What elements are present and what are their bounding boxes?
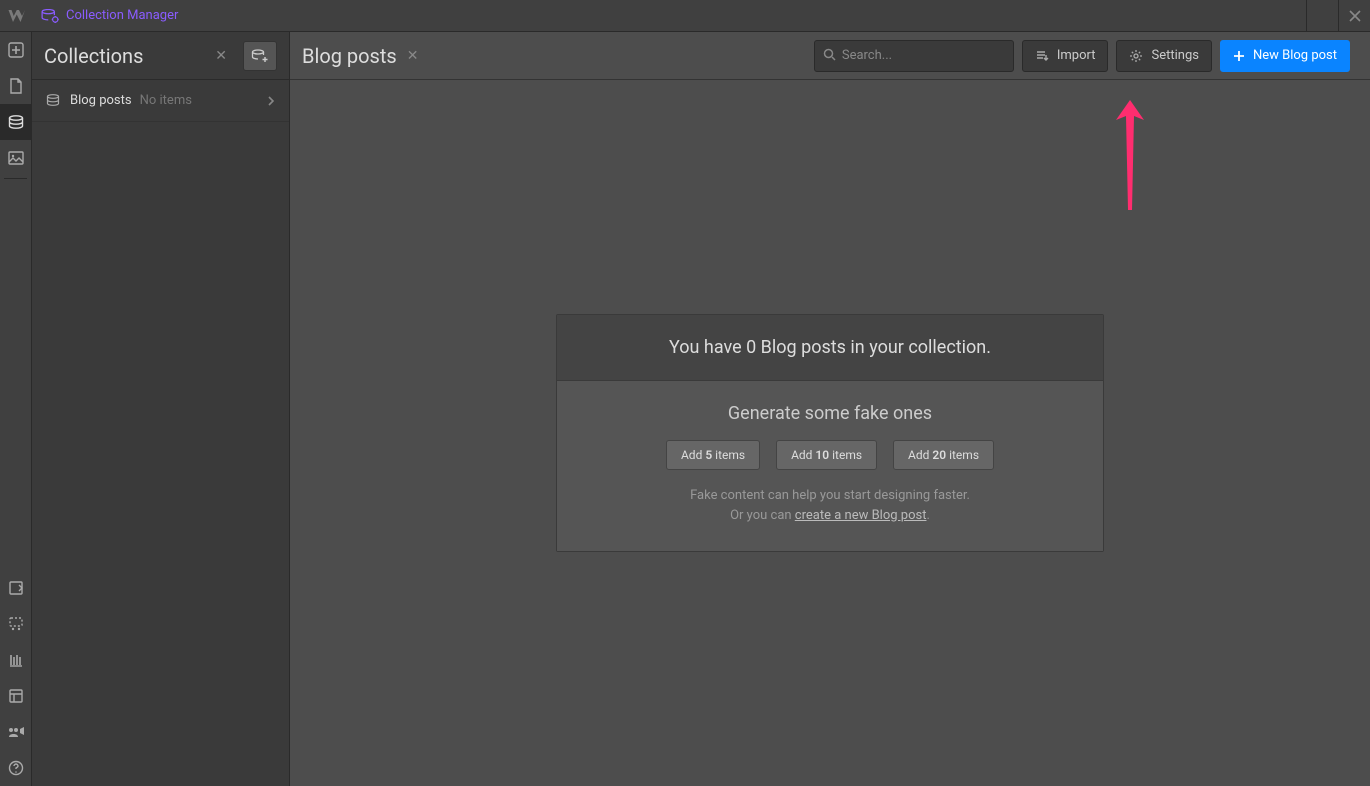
cms-icon[interactable]: [0, 104, 32, 140]
search-input-wrapper[interactable]: [814, 40, 1014, 72]
assets-icon[interactable]: [0, 140, 32, 176]
left-iconbar: [0, 32, 32, 786]
add-element-icon[interactable]: [0, 32, 32, 68]
tool-icon-4[interactable]: [0, 678, 32, 714]
collection-item-count: No items: [140, 93, 267, 108]
empty-state-note: Fake content can help you start designin…: [567, 486, 1093, 525]
help-icon[interactable]: [0, 750, 32, 786]
add-20-items-button[interactable]: Add 20 items: [893, 440, 994, 470]
webflow-logo[interactable]: [0, 0, 32, 32]
pages-icon[interactable]: [0, 68, 32, 104]
topbar-spacer-button[interactable]: [1306, 0, 1338, 32]
add-10-items-button[interactable]: Add 10 items: [776, 440, 877, 470]
database-icon: [46, 91, 60, 110]
gear-icon: [1129, 49, 1143, 63]
import-label: Import: [1057, 48, 1096, 63]
chevron-right-icon: [267, 91, 275, 110]
settings-label: Settings: [1151, 48, 1198, 63]
content-header: Blog posts ✕ Import Settings: [290, 32, 1370, 80]
content-close-icon[interactable]: ✕: [397, 48, 429, 64]
empty-state-card: You have 0 Blog posts in your collection…: [556, 314, 1104, 552]
close-icon: [1349, 10, 1361, 22]
create-new-link[interactable]: create a new Blog post: [795, 508, 927, 523]
collection-item-blog-posts[interactable]: Blog posts No items: [32, 80, 289, 122]
plus-icon: [1233, 50, 1245, 62]
content-title: Blog posts: [302, 44, 397, 68]
import-button[interactable]: Import: [1022, 40, 1109, 72]
new-blog-post-label: New Blog post: [1253, 48, 1337, 63]
tool-icon-2[interactable]: [0, 606, 32, 642]
search-icon: [823, 46, 836, 65]
collections-close-icon[interactable]: ✕: [207, 48, 235, 64]
close-panel-button[interactable]: [1338, 0, 1370, 32]
cms-gear-icon: [40, 6, 60, 26]
video-icon[interactable]: [0, 714, 32, 750]
collections-title: Collections: [44, 44, 207, 68]
collection-item-name: Blog posts: [70, 93, 132, 108]
database-plus-icon: [251, 49, 269, 63]
tool-icon-3[interactable]: [0, 642, 32, 678]
empty-state-headline: You have 0 Blog posts in your collection…: [557, 315, 1103, 381]
topbar-title: Collection Manager: [66, 8, 178, 23]
search-input[interactable]: [842, 48, 1008, 63]
annotation-arrow: [1110, 80, 1150, 220]
content-area: Blog posts ✕ Import Settings: [290, 32, 1370, 786]
import-icon: [1035, 50, 1049, 62]
topbar: Collection Manager: [0, 0, 1370, 32]
tool-icon-1[interactable]: [0, 570, 32, 606]
settings-button[interactable]: Settings: [1116, 40, 1211, 72]
add-5-items-button[interactable]: Add 5 items: [666, 440, 760, 470]
new-blog-post-button[interactable]: New Blog post: [1220, 40, 1350, 72]
collections-sidebar: Collections ✕ Blog posts No items: [32, 32, 290, 786]
empty-state-subtitle: Generate some fake ones: [567, 403, 1093, 424]
new-collection-button[interactable]: [243, 41, 277, 71]
